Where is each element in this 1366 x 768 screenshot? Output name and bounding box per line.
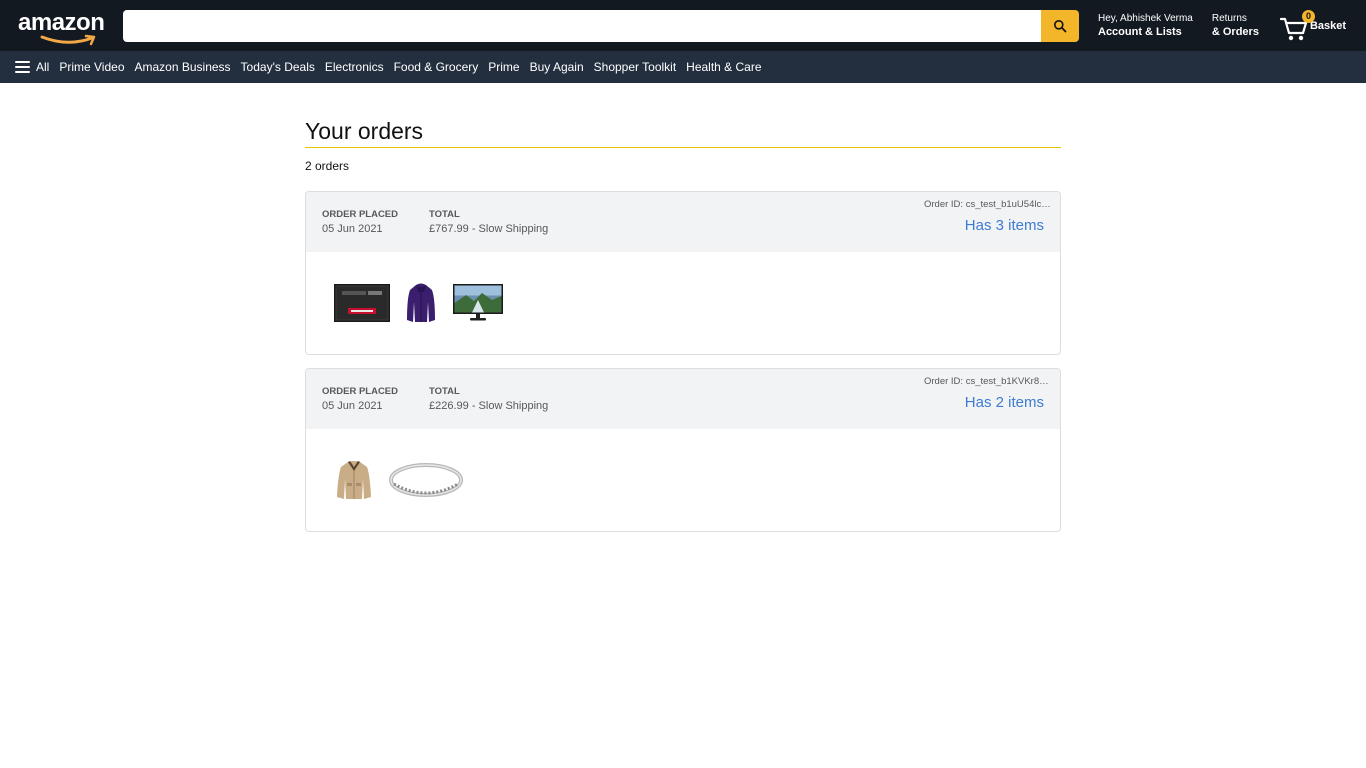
smile-arrow-icon — [40, 34, 96, 45]
top-header: amazon Hey, Abhishek Verma Account & Lis… — [0, 0, 1366, 51]
nav-item-food-grocery[interactable]: Food & Grocery — [394, 60, 479, 74]
order-total-label: TOTAL — [429, 386, 460, 397]
order-items-link[interactable]: Has 3 items — [965, 217, 1044, 234]
greeting-text: Hey, Abhishek Verma — [1098, 12, 1193, 24]
order-card: ORDER PLACED 05 Jun 2021 TOTAL £767.99 -… — [305, 191, 1061, 355]
search-bar — [123, 9, 1079, 42]
search-button[interactable] — [1041, 9, 1079, 42]
amazon-logo[interactable]: amazon — [18, 8, 110, 45]
silver-ring-image[interactable] — [388, 460, 464, 500]
account-lists-label: Account & Lists — [1098, 25, 1182, 38]
order-id: Order ID: cs_test_b1KVKr834... — [924, 376, 1052, 387]
nav-item-shopper-toolkit[interactable]: Shopper Toolkit — [594, 60, 677, 74]
search-input[interactable] — [123, 9, 1041, 42]
order-total-label: TOTAL — [429, 209, 460, 220]
order-items — [306, 252, 1060, 354]
account-menu[interactable]: Hey, Abhishek Verma Account & Lists — [1098, 13, 1193, 39]
basket-label: Basket — [1309, 19, 1347, 32]
order-total-value: £226.99 - Slow Shipping — [429, 400, 549, 412]
orders-label: & Orders — [1211, 25, 1259, 38]
order-placed-label: ORDER PLACED — [322, 386, 399, 397]
order-placed-date: 05 Jun 2021 — [322, 223, 383, 235]
order-items — [306, 429, 1060, 531]
order-header: ORDER PLACED 05 Jun 2021 TOTAL £226.99 -… — [306, 369, 1060, 429]
nav-item-prime-video[interactable]: Prime Video — [59, 60, 124, 74]
page-title: Your orders — [305, 117, 1061, 148]
all-label: All — [36, 60, 50, 74]
order-header: ORDER PLACED 05 Jun 2021 TOTAL £767.99 -… — [306, 192, 1060, 252]
purple-jacket-image[interactable] — [404, 282, 438, 324]
order-placed-label: ORDER PLACED — [322, 209, 399, 220]
basket-count-badge: 0 — [1301, 9, 1315, 23]
returns-orders-link[interactable]: Returns & Orders — [1212, 13, 1259, 39]
nav-item-buy-again[interactable]: Buy Again — [530, 60, 584, 74]
beige-jacket-image[interactable] — [334, 459, 374, 501]
logo-text: amazon — [18, 8, 105, 36]
orders-page: Your orders 2 orders ORDER PLACED 05 Jun… — [305, 83, 1061, 532]
order-total-value: £767.99 - Slow Shipping — [429, 223, 549, 235]
nav-item-prime[interactable]: Prime — [488, 60, 519, 74]
returns-label: Returns — [1211, 12, 1247, 24]
all-menu-button[interactable]: All — [15, 60, 49, 74]
sandisk-ssd-image[interactable] — [334, 283, 390, 323]
nav-item-health-care[interactable]: Health & Care — [686, 60, 761, 74]
nav-item-electronics[interactable]: Electronics — [325, 60, 384, 74]
search-icon — [1054, 19, 1067, 32]
order-id: Order ID: cs_test_b1uU54lc6... — [924, 199, 1052, 210]
nav-item-amazon-business[interactable]: Amazon Business — [135, 60, 231, 74]
monitor-image[interactable] — [452, 283, 504, 323]
order-placed-col: ORDER PLACED 05 Jun 2021 — [322, 386, 398, 429]
order-card: ORDER PLACED 05 Jun 2021 TOTAL £226.99 -… — [305, 368, 1061, 532]
order-placed-col: ORDER PLACED 05 Jun 2021 — [322, 209, 398, 252]
order-total-col: TOTAL £226.99 - Slow Shipping — [429, 386, 548, 429]
nav-item-todays-deals[interactable]: Today's Deals — [241, 60, 315, 74]
order-total-col: TOTAL £767.99 - Slow Shipping — [429, 209, 548, 252]
nav-bar: All Prime Video Amazon Business Today's … — [0, 51, 1366, 83]
order-count: 2 orders — [305, 159, 350, 173]
hamburger-icon — [15, 61, 30, 73]
order-placed-date: 05 Jun 2021 — [322, 400, 383, 412]
basket-button[interactable]: 0 Basket — [1279, 9, 1347, 42]
order-items-link[interactable]: Has 2 items — [965, 394, 1044, 411]
